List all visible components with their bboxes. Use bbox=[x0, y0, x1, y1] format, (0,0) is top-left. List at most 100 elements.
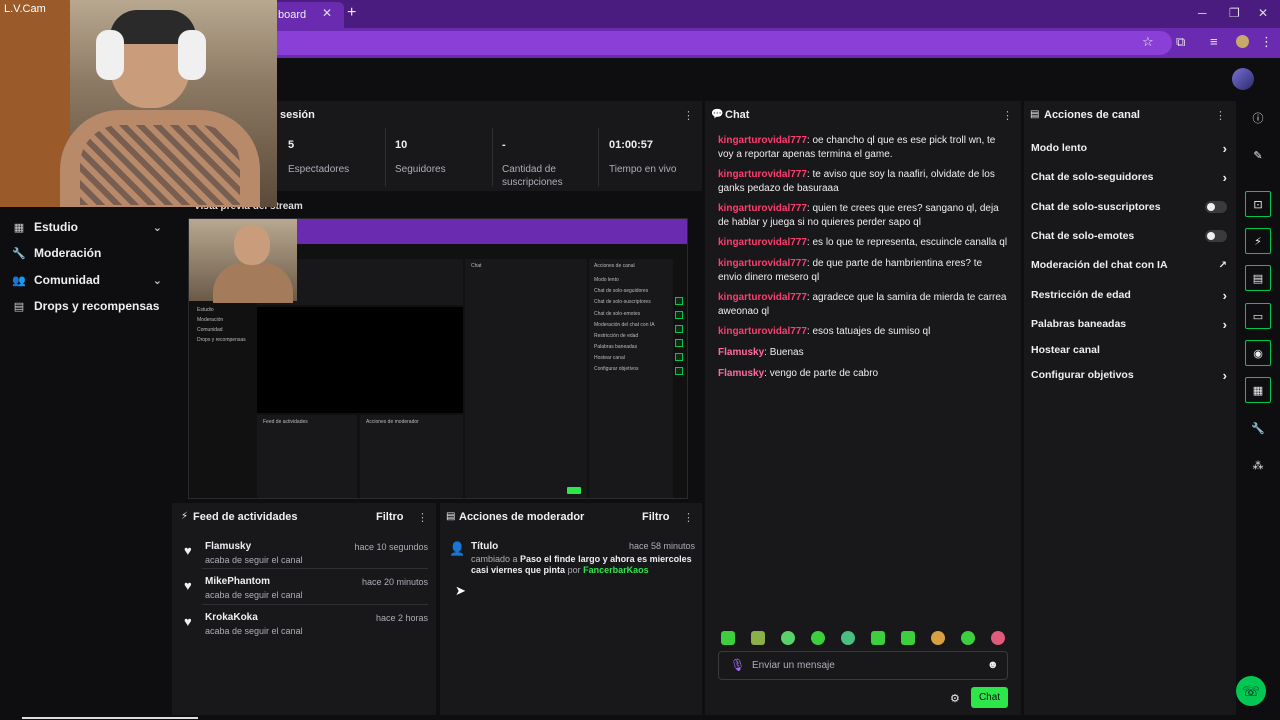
chat-bubble-icon[interactable]: ▭ bbox=[1245, 303, 1271, 329]
profile-icon[interactable] bbox=[1236, 35, 1249, 48]
layout-icon[interactable]: ▦ bbox=[1245, 377, 1271, 403]
pencil-icon[interactable]: ✎ bbox=[1245, 142, 1271, 168]
chat-message: kingarturovidal777: de que parte de hamb… bbox=[718, 258, 983, 283]
mouse-cursor-icon: ➤ bbox=[455, 583, 466, 598]
help-chat-button[interactable]: ☏ bbox=[1236, 676, 1266, 706]
emote-icon[interactable] bbox=[751, 631, 765, 645]
emotes-only-toggle[interactable] bbox=[1205, 230, 1227, 242]
address-bar[interactable] bbox=[262, 31, 1172, 55]
broadcast-icon[interactable]: ◉ bbox=[1245, 340, 1271, 366]
feed-action: acaba de seguir el canal bbox=[205, 626, 303, 636]
stat-followers: 10 Seguidores bbox=[395, 139, 495, 176]
minimize-window-button[interactable]: ─ bbox=[1198, 6, 1207, 20]
emote-icon[interactable] bbox=[871, 631, 885, 645]
lightning-icon[interactable]: ⚡ bbox=[1245, 228, 1271, 254]
chat-username[interactable]: kingarturovidal777 bbox=[718, 135, 807, 146]
chat-username[interactable]: Flamusky bbox=[718, 368, 764, 379]
tab-close-icon[interactable]: ✕ bbox=[322, 6, 332, 20]
chat-username[interactable]: kingarturovidal777 bbox=[718, 169, 807, 180]
chat-send-button[interactable]: Chat bbox=[971, 687, 1008, 708]
feed-user-name[interactable]: KrokaKoka bbox=[205, 612, 258, 623]
mod-action-time: hace 58 minutos bbox=[629, 541, 696, 551]
chat-username[interactable]: kingarturovidal777 bbox=[718, 237, 807, 248]
sidebar-item-label: Drops y recompensas bbox=[34, 299, 160, 313]
scrollbar[interactable] bbox=[22, 717, 198, 719]
subscribers-only-toggle[interactable] bbox=[1205, 201, 1227, 213]
stat-label: Tiempo en vivo bbox=[609, 164, 677, 175]
extensions-icon[interactable]: ⁂ bbox=[1245, 452, 1271, 478]
sidebar-item-estudio[interactable]: ▦ Estudio ⌄ bbox=[12, 216, 162, 238]
microphone-icon[interactable]: 🎙 bbox=[730, 658, 745, 672]
stat-label: Cantidad de suscripciones bbox=[502, 164, 563, 188]
user-avatar[interactable] bbox=[1232, 68, 1254, 90]
clip-icon[interactable]: ⊡ bbox=[1245, 191, 1271, 217]
document-icon[interactable]: ▤ bbox=[1245, 265, 1271, 291]
divider bbox=[202, 568, 428, 569]
close-window-button[interactable]: ✕ bbox=[1258, 6, 1268, 20]
chat-text: esos tatuajes de sumiso ql bbox=[812, 326, 931, 337]
chat-settings-gear-icon[interactable]: ⚙ bbox=[950, 692, 960, 705]
activity-feed-menu-icon[interactable]: ⋮ bbox=[417, 511, 428, 524]
emote-icon[interactable] bbox=[841, 631, 855, 645]
browser-menu-icon[interactable]: ⋮ bbox=[1260, 34, 1273, 50]
emote-icon[interactable] bbox=[991, 631, 1005, 645]
action-followers-only[interactable]: Chat de solo-seguidores › bbox=[1031, 168, 1227, 186]
chat-username[interactable]: kingarturovidal777 bbox=[718, 203, 807, 214]
wrench-icon[interactable]: 🔧 bbox=[1245, 415, 1271, 441]
session-menu-icon[interactable]: ⋮ bbox=[683, 109, 694, 122]
sidebar-item-moderacion[interactable]: 🔧 Moderación bbox=[12, 242, 162, 264]
action-host-channel[interactable]: Hostear canal bbox=[1031, 341, 1227, 359]
users-icon: 👥 bbox=[12, 274, 26, 287]
maximize-window-button[interactable]: ❐ bbox=[1229, 6, 1240, 20]
new-tab-button[interactable]: + bbox=[347, 4, 356, 22]
moderator-actions-filter-button[interactable]: Filtro bbox=[642, 511, 670, 523]
chat-username[interactable]: kingarturovidal777 bbox=[718, 292, 807, 303]
chat-username[interactable]: kingarturovidal777 bbox=[718, 326, 807, 337]
feed-user-name[interactable]: MikePhantom bbox=[205, 576, 270, 587]
stat-live-time: 01:00:57 Tiempo en vivo bbox=[609, 139, 709, 176]
user-edit-icon: 👤 bbox=[449, 541, 466, 556]
chat-text: es lo que te representa, escuincle canal… bbox=[812, 237, 1008, 248]
divider bbox=[202, 604, 428, 605]
sidebar-item-comunidad[interactable]: 👥 Comunidad ⌄ bbox=[12, 269, 162, 291]
emote-icon[interactable] bbox=[811, 631, 825, 645]
moderator-actions-menu-icon[interactable]: ⋮ bbox=[683, 511, 694, 524]
chat-message: kingarturovidal777: te aviso que soy la … bbox=[718, 169, 995, 194]
list-item: ♥ KrokaKoka hace 2 horas acaba de seguir… bbox=[184, 612, 428, 636]
info-icon[interactable]: ⓘ bbox=[1245, 105, 1271, 131]
stat-viewers: 5 Espectadores bbox=[288, 139, 388, 176]
emote-icon[interactable] bbox=[781, 631, 795, 645]
chat-message: Flamusky: vengo de parte de cabro bbox=[718, 368, 879, 379]
feed-user-name[interactable]: Flamusky bbox=[205, 541, 251, 552]
mod-action-by: por bbox=[567, 565, 581, 575]
sidebar-item-label: Comunidad bbox=[34, 273, 100, 287]
feed-time: hace 20 minutos bbox=[361, 577, 428, 587]
emoji-picker-icon[interactable]: ☻ bbox=[987, 659, 999, 671]
chat-username[interactable]: kingarturovidal777 bbox=[718, 258, 807, 269]
chevron-right-icon: › bbox=[1222, 169, 1227, 185]
action-configure-goals[interactable]: Configurar objetivos › bbox=[1031, 366, 1227, 384]
media-control-icon[interactable]: ≡ bbox=[1210, 34, 1218, 49]
action-banned-words[interactable]: Palabras baneadas › bbox=[1031, 315, 1227, 333]
emote-icon[interactable] bbox=[961, 631, 975, 645]
chat-username[interactable]: Flamusky bbox=[718, 347, 764, 358]
action-ai-moderation[interactable]: Moderación del chat con IA ↗ bbox=[1031, 256, 1227, 274]
emote-icon[interactable] bbox=[901, 631, 915, 645]
emote-icon[interactable] bbox=[721, 631, 735, 645]
sidebar-item-drops[interactable]: ▤ Drops y recompensas bbox=[12, 295, 162, 317]
heart-icon: ♥ bbox=[184, 578, 192, 593]
chat-menu-icon[interactable]: ⋮ bbox=[1002, 109, 1013, 122]
webcam-label: L.V.Cam bbox=[4, 3, 46, 15]
stream-preview-video[interactable]: Acciones de canal Modo lento Chat de sol… bbox=[188, 218, 688, 499]
mod-action-moderator[interactable]: FancerbarKaos bbox=[583, 565, 649, 575]
activity-feed-filter-button[interactable]: Filtro bbox=[376, 511, 404, 523]
emote-icon[interactable] bbox=[931, 631, 945, 645]
chat-message: Flamusky: Buenas bbox=[718, 347, 804, 358]
channel-actions-menu-icon[interactable]: ⋮ bbox=[1215, 109, 1226, 122]
extensions-icon[interactable]: ⧉ bbox=[1176, 34, 1185, 50]
bookmark-star-icon[interactable]: ☆ bbox=[1142, 34, 1154, 50]
action-age-restriction[interactable]: Restricción de edad › bbox=[1031, 286, 1227, 304]
divider bbox=[385, 128, 386, 186]
action-slow-mode[interactable]: Modo lento › bbox=[1031, 139, 1227, 157]
document-icon: ▤ bbox=[446, 511, 456, 522]
